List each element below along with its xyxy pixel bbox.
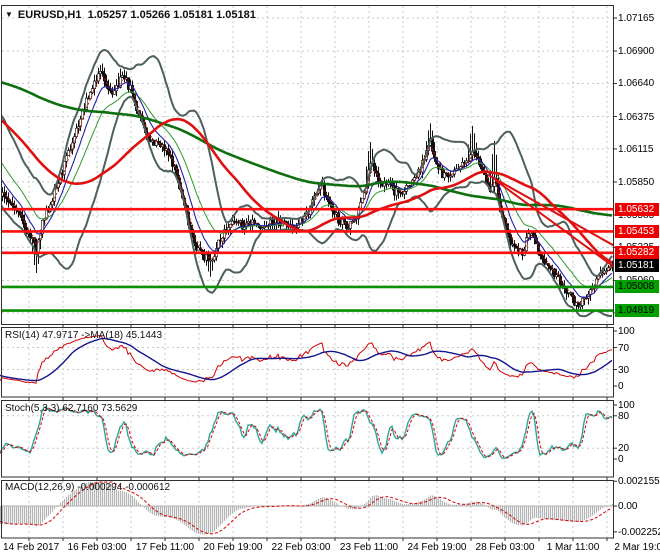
rsi-indicator-label: RSI(14) 47.9717 ->MA(18) 45.1443	[5, 330, 163, 341]
symbol-dropdown-icon[interactable]: ▼	[5, 10, 13, 19]
symbol-period-label: EURUSD,H1	[17, 9, 82, 21]
ohlc-quote-label: 1.05257 1.05266 1.05181 1.05181	[87, 9, 256, 21]
chart-title-bar: ▼ EURUSD,H1 1.05257 1.05266 1.05181 1.051…	[5, 9, 256, 21]
stoch-indicator-label: Stoch(5,3,3) 62.7160 73.5629	[5, 403, 138, 414]
macd-indicator-label: MACD(12,26,9) -0.000294 -0.000612	[5, 482, 171, 493]
mt4-chart-window: ▼ EURUSD,H1 1.05257 1.05266 1.05181 1.051…	[0, 0, 660, 560]
chart-canvas[interactable]	[0, 0, 660, 560]
